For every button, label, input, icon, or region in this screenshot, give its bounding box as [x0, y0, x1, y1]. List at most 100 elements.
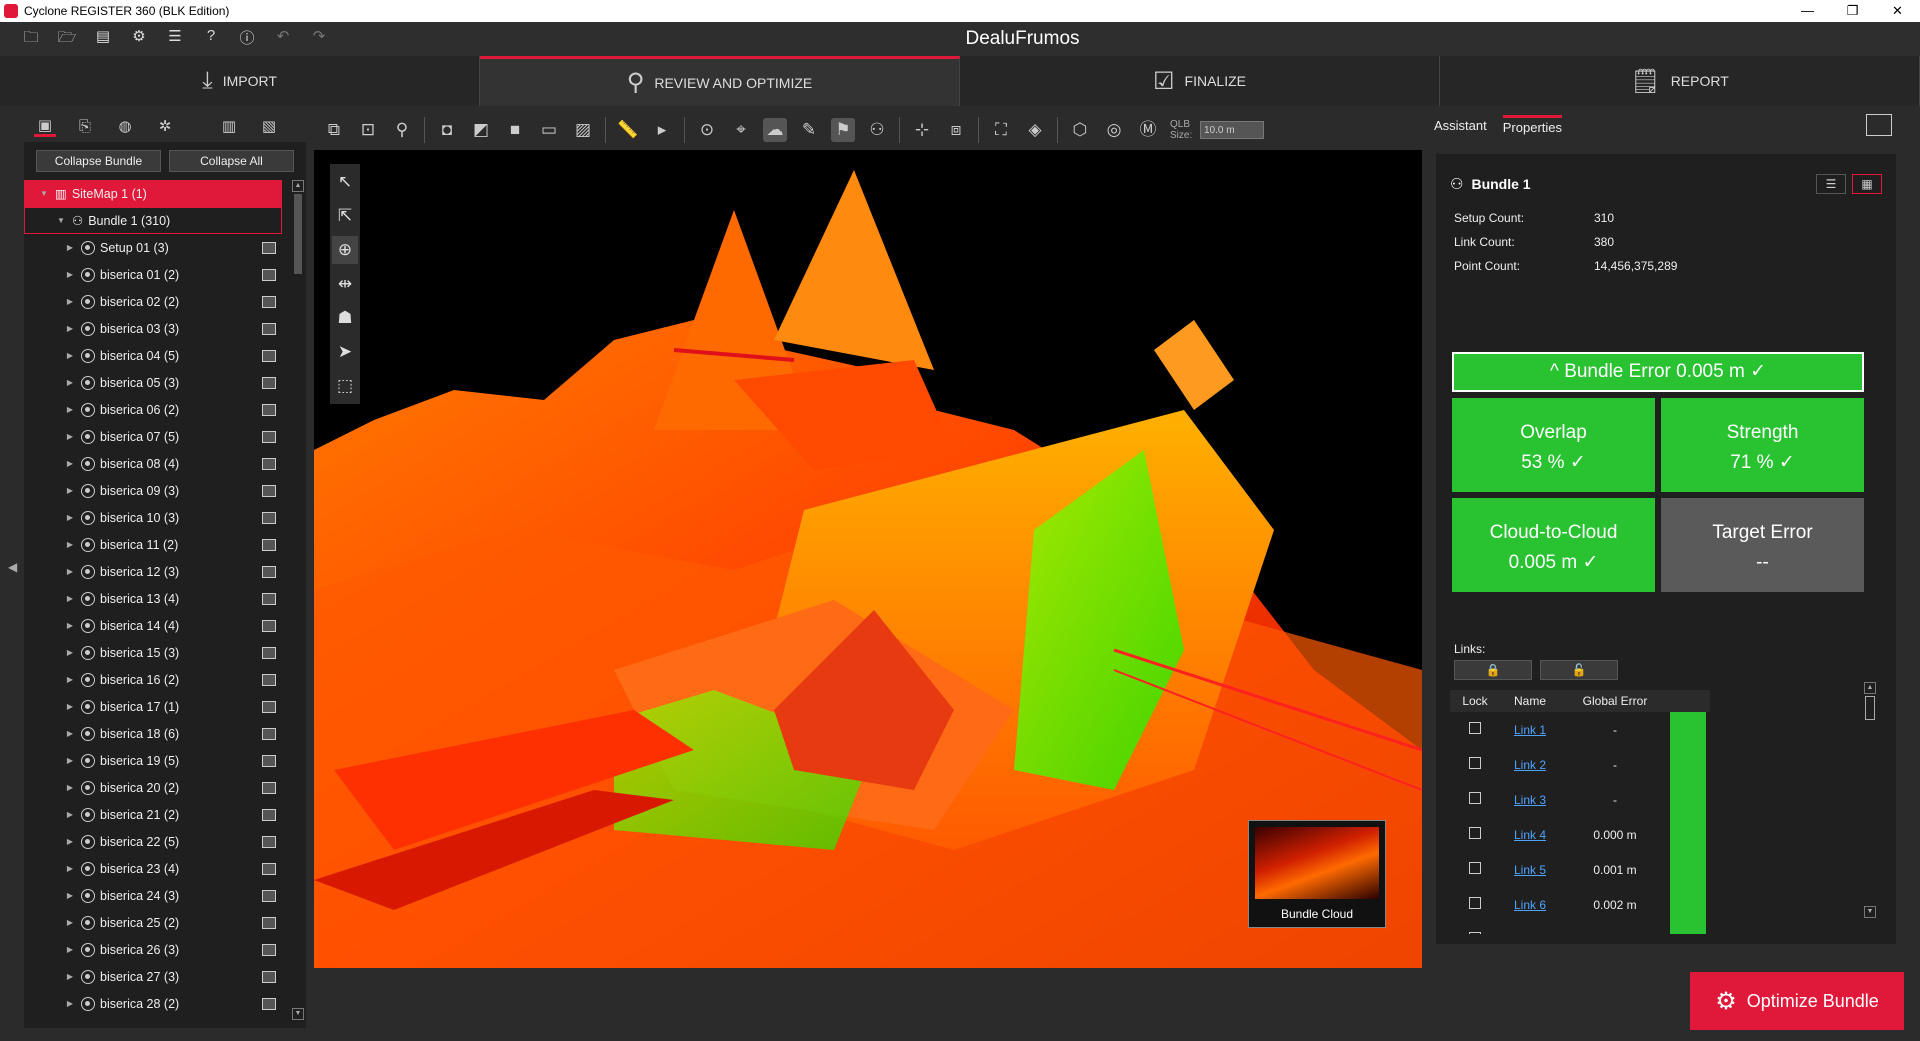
image-icon[interactable]: [262, 403, 276, 416]
image-icon[interactable]: [262, 997, 276, 1010]
image-icon[interactable]: [262, 511, 276, 524]
link-name[interactable]: Link 2: [1514, 758, 1546, 772]
image-icon[interactable]: [262, 619, 276, 632]
tree-setup-item[interactable]: ▶ Setup 01 (3): [24, 234, 282, 261]
link-user-icon[interactable]: ⚇: [865, 118, 889, 142]
expand-arrow-icon[interactable]: ▶: [64, 999, 76, 1008]
image-icon[interactable]: [262, 592, 276, 605]
zoom-icon[interactable]: ⚲: [390, 118, 414, 142]
cloud-icon[interactable]: ☁: [763, 118, 787, 142]
unlock-links-button[interactable]: 🔓: [1540, 660, 1618, 680]
link-name[interactable]: Link 6: [1514, 898, 1546, 912]
setup-target-icon[interactable]: ⊙: [695, 118, 719, 142]
grid-view-icon[interactable]: ▦: [1852, 174, 1882, 194]
tree-bundle[interactable]: ▼ ⚇ Bundle 1 (310): [24, 207, 282, 234]
link-row[interactable]: Link 4 0.000 m: [1450, 817, 1710, 852]
bundle-cloud-minimap[interactable]: Bundle Cloud: [1248, 820, 1386, 928]
camera-icon[interactable]: ◘: [435, 118, 459, 142]
image-icon[interactable]: [262, 808, 276, 821]
scroll-down-icon[interactable]: ▼: [1864, 906, 1876, 918]
expand-arrow-icon[interactable]: ▶: [64, 756, 76, 765]
tree-setup-item[interactable]: ▶ biserica 17 (1): [24, 693, 282, 720]
strength-tile[interactable]: Strength 71 % ✓: [1661, 398, 1864, 492]
help-icon[interactable]: ?: [200, 27, 222, 52]
qlb-size-input[interactable]: [1200, 121, 1264, 139]
info-icon[interactable]: ⓘ: [236, 27, 258, 52]
projects-icon[interactable]: ▤: [92, 27, 114, 52]
expand-arrow-icon[interactable]: ▶: [64, 675, 76, 684]
lock-checkbox[interactable]: [1469, 757, 1481, 769]
link-row[interactable]: Link 1 -: [1450, 712, 1710, 747]
image-icon[interactable]: [262, 295, 276, 308]
image-icon[interactable]: [262, 700, 276, 713]
expand-arrow-icon[interactable]: ▶: [64, 648, 76, 657]
image-icon[interactable]: [262, 430, 276, 443]
tree-setup-item[interactable]: ▶ biserica 25 (2): [24, 909, 282, 936]
link-name[interactable]: Link 4: [1514, 828, 1546, 842]
lock-checkbox[interactable]: [1469, 722, 1481, 734]
expand-arrow-icon[interactable]: ▶: [64, 459, 76, 468]
lock-checkbox[interactable]: [1469, 792, 1481, 804]
image-icon[interactable]: [262, 565, 276, 578]
scroll-up-icon[interactable]: ▲: [292, 180, 304, 192]
expand-arrow-icon[interactable]: ▶: [64, 378, 76, 387]
fly-icon[interactable]: ➤: [332, 338, 358, 366]
bundle-error-status[interactable]: ^ Bundle Error 0.005 m ✓: [1452, 352, 1864, 392]
scrollbar-thumb[interactable]: [294, 194, 302, 274]
expand-arrow-icon[interactable]: ▶: [64, 540, 76, 549]
tree-setup-item[interactable]: ▶ biserica 26 (3): [24, 936, 282, 963]
tree-setup-item[interactable]: ▶ biserica 28 (2): [24, 990, 282, 1017]
step-review-and-optimize[interactable]: ⚲ REVIEW AND OPTIMIZE: [480, 56, 960, 106]
panorama-icon[interactable]: ▭: [537, 118, 561, 142]
image-icon[interactable]: ▨: [571, 118, 595, 142]
link-row[interactable]: Link 3 -: [1450, 782, 1710, 817]
tree-setup-item[interactable]: ▶ biserica 10 (3): [24, 504, 282, 531]
image-icon[interactable]: [262, 781, 276, 794]
expand-arrow-icon[interactable]: ▶: [64, 432, 76, 441]
image-icon[interactable]: [262, 916, 276, 929]
lock-checkbox[interactable]: [1469, 862, 1481, 874]
scroll-up-icon[interactable]: ▲: [1864, 682, 1876, 694]
expand-arrow-icon[interactable]: ▶: [64, 837, 76, 846]
settings-gear-icon[interactable]: ⚙: [128, 27, 150, 52]
scrollbar-thumb[interactable]: [1865, 696, 1875, 720]
tree-setup-item[interactable]: ▶ biserica 05 (3): [24, 369, 282, 396]
image-icon[interactable]: [262, 241, 276, 254]
list-view-icon[interactable]: ☰: [1816, 174, 1846, 194]
tree-setup-item[interactable]: ▶ biserica 16 (2): [24, 666, 282, 693]
lock-checkbox[interactable]: [1469, 932, 1481, 934]
tree-setup-item[interactable]: ▶ biserica 15 (3): [24, 639, 282, 666]
lock-checkbox[interactable]: [1469, 897, 1481, 909]
measure-icon[interactable]: 📏: [616, 118, 640, 142]
sitemap-view-icon[interactable]: ▥: [218, 117, 240, 135]
image-icon[interactable]: [262, 727, 276, 740]
tree-setup-item[interactable]: ▶ biserica 02 (2): [24, 288, 282, 315]
tree-setup-item[interactable]: ▶ biserica 19 (5): [24, 747, 282, 774]
target-error-tile[interactable]: Target Error --: [1661, 498, 1864, 592]
expand-arrow-icon[interactable]: ▼: [38, 189, 50, 198]
undo-icon[interactable]: ↶: [272, 27, 294, 52]
cloud-to-cloud-tile[interactable]: Cloud-to-Cloud 0.005 m ✓: [1452, 498, 1655, 592]
collapse-bundle-button[interactable]: Collapse Bundle: [36, 150, 161, 172]
minimize-button[interactable]: —: [1785, 3, 1830, 19]
expand-arrow-icon[interactable]: ▶: [64, 567, 76, 576]
measure-mode-icon[interactable]: Ⓜ: [1136, 118, 1160, 142]
links-scrollbar[interactable]: ▲ ▼: [1864, 682, 1878, 918]
tree-setup-item[interactable]: ▶ biserica 23 (4): [24, 855, 282, 882]
image-icon[interactable]: [262, 835, 276, 848]
tree-setup-item[interactable]: ▶ biserica 07 (5): [24, 423, 282, 450]
square-icon[interactable]: ■: [503, 118, 527, 142]
link-name[interactable]: Link 5: [1514, 863, 1546, 877]
image-icon[interactable]: [262, 376, 276, 389]
folder-icon[interactable]: 🗁: [56, 27, 78, 52]
image-icon[interactable]: [262, 268, 276, 281]
tree-setup-item[interactable]: ▶ biserica 06 (2): [24, 396, 282, 423]
expand-arrow-icon[interactable]: ▶: [64, 486, 76, 495]
visibility-icon[interactable]: ◎: [1102, 118, 1126, 142]
tree-setup-item[interactable]: ▶ biserica 22 (5): [24, 828, 282, 855]
expand-arrow-icon[interactable]: ▶: [64, 729, 76, 738]
attachments-icon[interactable]: ⎘: [74, 118, 96, 135]
step-finalize[interactable]: ☑ FINALIZE: [960, 56, 1440, 106]
redo-icon[interactable]: ↷: [308, 27, 330, 52]
expand-arrow-icon[interactable]: ▶: [64, 864, 76, 873]
